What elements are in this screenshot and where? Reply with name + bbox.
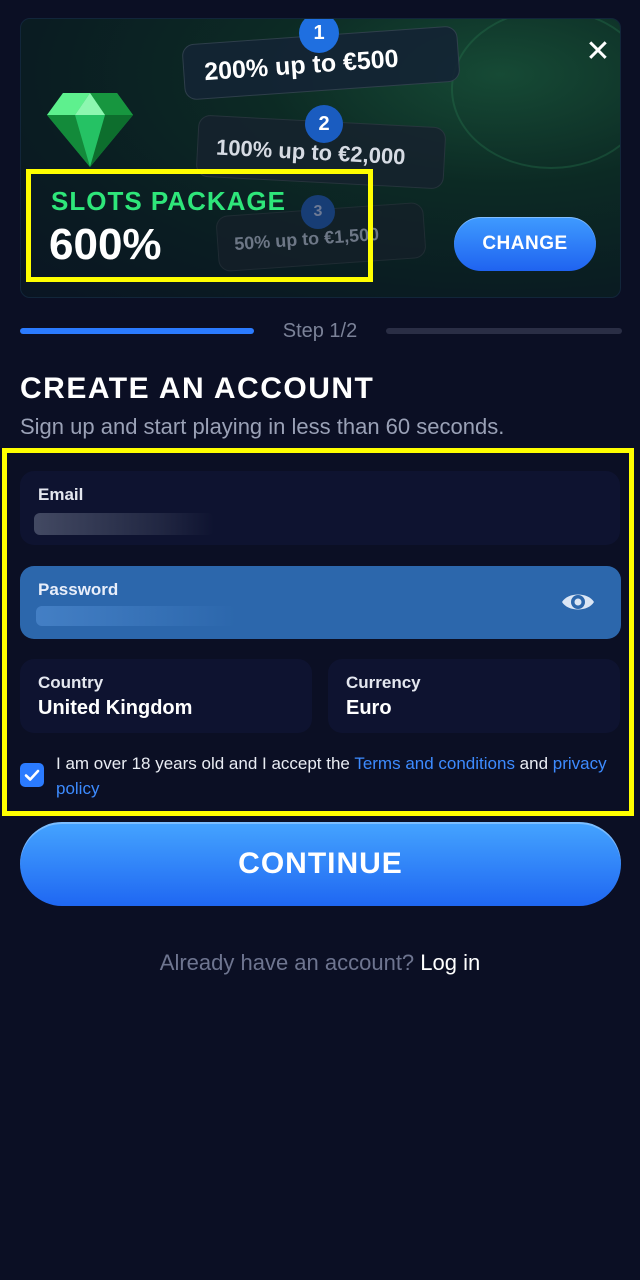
progress-bar-completed [20, 328, 254, 334]
close-icon[interactable]: ✕ [581, 35, 615, 69]
change-package-button[interactable]: CHANGE [454, 217, 596, 271]
continue-button[interactable]: CONTINUE [20, 822, 621, 906]
package-value: 600% [49, 220, 162, 269]
country-value: United Kingdom [38, 697, 193, 719]
bonus-banner: 200% up to €500 1 100% up to €2,000 2 50… [20, 18, 621, 298]
offer-number-badge: 2 [305, 105, 343, 143]
package-title: SLOTS PACKAGE [51, 186, 286, 216]
terms-text: I am over 18 years old and I accept the … [56, 751, 616, 801]
email-label: Email [38, 485, 84, 504]
password-field[interactable]: Password [20, 566, 621, 639]
offer-text: 100% up to €2,000 [215, 134, 407, 170]
checkmark-icon [24, 769, 40, 781]
page-title: CREATE AN ACCOUNT [20, 372, 375, 405]
login-link[interactable]: Log in [420, 950, 480, 975]
password-value-blurred[interactable] [36, 606, 236, 626]
offer-text: 200% up to €500 [203, 44, 400, 87]
step-indicator: Step 1/2 [282, 320, 358, 342]
terms-checkbox[interactable] [20, 763, 44, 787]
password-label: Password [38, 580, 119, 599]
eye-icon[interactable] [560, 586, 596, 618]
currency-select[interactable]: Currency Euro [328, 659, 620, 733]
diamond-gem-icon [47, 93, 133, 167]
terms-link[interactable]: Terms and conditions [354, 754, 515, 773]
package-highlight-box: SLOTS PACKAGE 600% [26, 169, 373, 282]
login-prompt-text: Already have an account? [159, 950, 421, 975]
email-value-blurred[interactable] [34, 513, 214, 535]
terms-middle: and [514, 754, 553, 773]
currency-value: Euro [346, 697, 392, 719]
country-label: Country [38, 673, 104, 692]
currency-label: Currency [346, 673, 421, 692]
page-subtitle: Sign up and start playing in less than 6… [20, 414, 505, 439]
country-select[interactable]: Country United Kingdom [20, 659, 312, 733]
terms-prefix: I am over 18 years old and I accept the [56, 754, 355, 773]
login-prompt: Already have an account? Log in [0, 950, 640, 976]
progress-bar-remaining [386, 328, 622, 334]
email-field[interactable]: Email [20, 471, 620, 545]
